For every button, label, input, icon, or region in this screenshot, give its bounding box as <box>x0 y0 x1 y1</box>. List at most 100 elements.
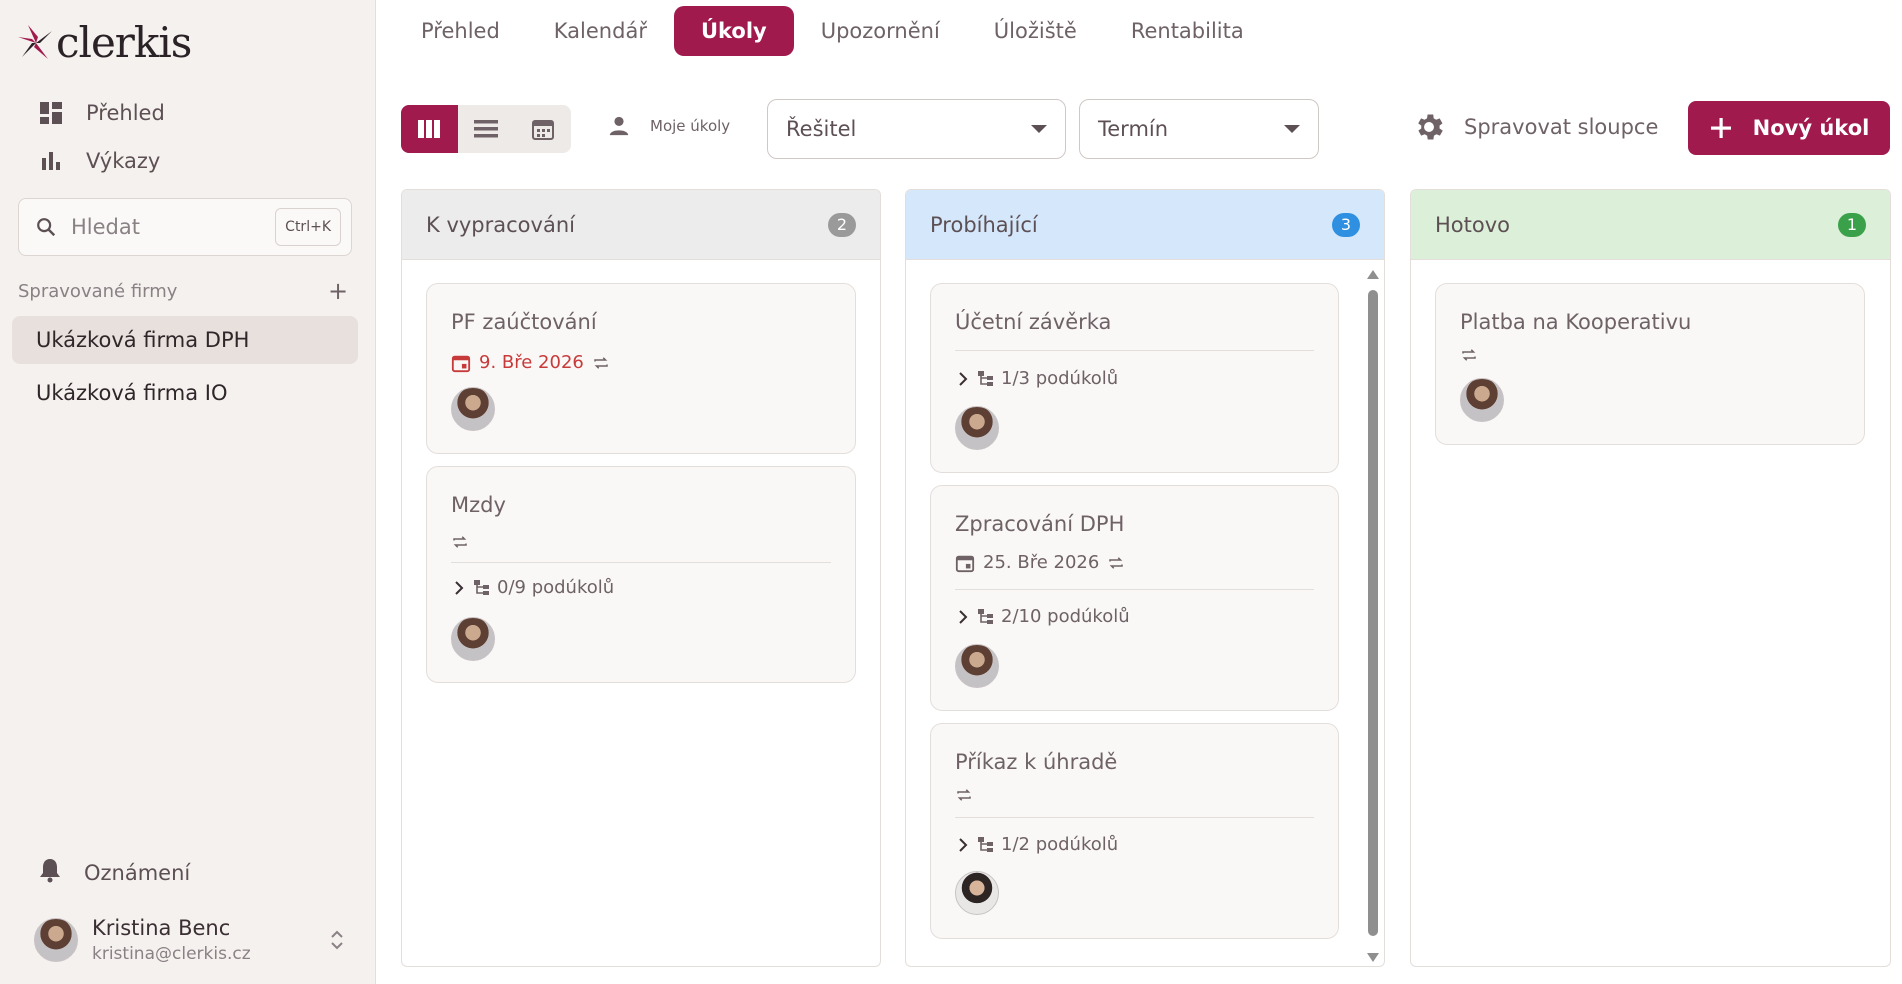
task-card[interactable]: Zpracování DPH 25. Bře 2026 2/10 podúkol… <box>930 485 1339 711</box>
subtasks-toggle[interactable]: 2/10 podúkolů <box>955 606 1130 627</box>
assignee-select-value: Řešitel <box>786 117 857 141</box>
bell-icon <box>38 857 62 888</box>
task-title: Zpracování DPH <box>955 512 1125 536</box>
column-count-badge: 2 <box>828 212 856 237</box>
tab-rentabilita[interactable]: Rentabilita <box>1104 6 1271 56</box>
new-task-label: Nový úkol <box>1752 116 1870 140</box>
tab-prehled[interactable]: Přehled <box>394 6 527 56</box>
column-count-badge: 1 <box>1838 212 1866 237</box>
assignee-avatar <box>955 644 999 688</box>
task-card[interactable]: Platba na Kooperativu <box>1435 283 1865 445</box>
nav-item-prehled[interactable]: Přehled <box>38 97 165 129</box>
column-hotovo: Hotovo 1 Platba na Kooperativu <box>1410 189 1891 967</box>
chevron-right-icon <box>959 837 968 852</box>
assignee-select[interactable]: Řešitel <box>767 99 1066 159</box>
scroll-down-arrow-icon[interactable] <box>1366 952 1380 964</box>
subtasks-count: 1/2 podúkolů <box>1001 834 1119 855</box>
user-name: Kristina Benc <box>92 916 231 940</box>
nav-item-vykazy[interactable]: Výkazy <box>38 145 160 177</box>
chevron-right-icon <box>455 580 464 595</box>
add-firm-icon[interactable]: + <box>324 277 352 305</box>
my-tasks-label: Moje úkoly <box>650 117 731 135</box>
due-date-select[interactable]: Termín <box>1079 99 1319 159</box>
sidebar: clerkis Přehled Výkazy Hledat Ctrl+K Spr… <box>0 0 376 984</box>
tab-ukoly[interactable]: Úkoly <box>673 6 794 56</box>
chevron-right-icon <box>959 609 968 624</box>
column-header: Hotovo 1 <box>1411 190 1890 260</box>
repeat-icon <box>1109 556 1124 569</box>
logo-text: clerkis <box>56 18 192 67</box>
repeat-icon <box>957 789 971 801</box>
subtask-tree-icon <box>978 608 993 624</box>
task-card[interactable]: Mzdy 0/9 podúkolů <box>426 466 856 683</box>
chevron-up-down-icon <box>330 929 344 951</box>
calendar-view-icon <box>531 120 554 140</box>
user-email: kristina@clerkis.cz <box>92 944 251 964</box>
column-title: Hotovo <box>1435 212 1510 237</box>
task-title: PF zaúčtování <box>451 310 597 334</box>
repeat-icon <box>1462 349 1476 361</box>
column-header: K vypracování 2 <box>402 190 880 260</box>
assignee-avatar <box>955 871 999 915</box>
column-count-badge: 3 <box>1332 212 1360 237</box>
subtasks-toggle[interactable]: 1/2 podúkolů <box>955 834 1118 855</box>
search-shortcut-badge: Ctrl+K <box>275 208 341 246</box>
subtasks-toggle[interactable]: 1/3 podúkolů <box>955 368 1118 389</box>
task-title: Mzdy <box>451 493 506 517</box>
card-divider <box>955 817 1314 818</box>
search-icon <box>37 218 56 237</box>
task-card[interactable]: PF zaúčtování 9. Bře 2026 <box>426 283 856 454</box>
due-date-text: 25. Bře 2026 <box>983 552 1100 573</box>
tab-kalendar[interactable]: Kalendář <box>527 6 674 56</box>
chevron-right-icon <box>959 371 968 386</box>
firm-label: Ukázková firma IO <box>36 381 228 405</box>
subtasks-count: 0/9 podúkolů <box>497 577 615 598</box>
card-divider <box>451 562 831 563</box>
dashboard-icon <box>38 100 64 126</box>
task-card[interactable]: Účetní závěrka 1/3 podúkolů <box>930 283 1339 473</box>
user-menu[interactable]: Kristina Benc kristina@clerkis.cz <box>34 916 344 964</box>
task-due-date: 25. Bře 2026 <box>955 552 1125 573</box>
caret-down-icon <box>1284 125 1300 133</box>
subtask-tree-icon <box>978 836 993 852</box>
calendar-view-button[interactable] <box>514 105 571 153</box>
list-view-button[interactable] <box>458 105 515 153</box>
scrollbar-thumb[interactable] <box>1368 290 1378 936</box>
clerkis-logo[interactable]: clerkis <box>18 18 192 67</box>
board-view-button[interactable] <box>401 105 458 153</box>
due-date-select-value: Termín <box>1098 117 1169 141</box>
column-probihajici: Probíhající 3 Účetní závěrka 1/3 podúkol… <box>905 189 1385 967</box>
nav-item-label: Přehled <box>86 101 165 125</box>
repeat-icon <box>594 356 608 369</box>
firm-label: Ukázková firma DPH <box>36 328 250 352</box>
tab-upozorneni[interactable]: Upozornění <box>794 6 967 56</box>
assignee-avatar <box>1460 378 1504 422</box>
scroll-up-arrow-icon[interactable] <box>1366 268 1380 280</box>
gear-icon <box>1418 114 1443 140</box>
firm-item-dph[interactable]: Ukázková firma DPH <box>12 316 358 364</box>
manage-columns-button[interactable]: Spravovat sloupce <box>1412 110 1658 144</box>
bar-chart-icon <box>38 148 64 174</box>
my-tasks-filter[interactable]: Moje úkoly <box>608 115 730 137</box>
notifications-link[interactable]: Oznámení <box>38 857 190 888</box>
firms-section-title: Spravované firmy <box>18 280 178 302</box>
column-header: Probíhající 3 <box>906 190 1384 260</box>
tab-uloziste[interactable]: Úložiště <box>967 6 1104 56</box>
board-view-icon <box>418 120 441 138</box>
calendar-icon <box>955 555 975 572</box>
notifications-label: Oznámení <box>84 860 191 885</box>
task-card[interactable]: Příkaz k úhradě 1/2 podúkolů <box>930 723 1339 939</box>
task-title: Účetní závěrka <box>955 310 1112 334</box>
manage-columns-label: Spravovat sloupce <box>1464 115 1659 139</box>
new-task-button[interactable]: Nový úkol <box>1688 101 1890 155</box>
calendar-icon <box>451 355 471 372</box>
subtasks-toggle[interactable]: 0/9 podúkolů <box>451 577 614 598</box>
search-input[interactable]: Hledat Ctrl+K <box>18 198 352 256</box>
list-view-icon <box>474 120 498 138</box>
column-title: Probíhající <box>930 212 1038 237</box>
task-title: Příkaz k úhradě <box>955 750 1118 774</box>
column-scrollbar[interactable] <box>1366 268 1380 962</box>
task-recurring <box>1460 346 1478 364</box>
repeat-icon <box>453 536 467 548</box>
firm-item-io[interactable]: Ukázková firma IO <box>12 369 358 417</box>
